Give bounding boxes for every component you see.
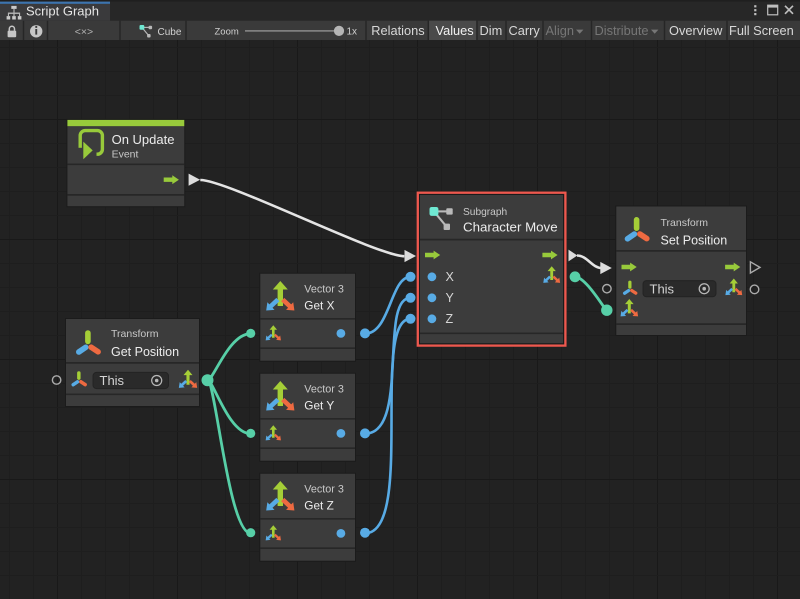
- svg-text:Subgraph: Subgraph: [463, 207, 507, 218]
- svg-text:Character Move: Character Move: [463, 220, 558, 235]
- svg-text:Transform: Transform: [661, 217, 709, 229]
- svg-text:This: This: [650, 281, 675, 296]
- svg-text:Distribute: Distribute: [595, 23, 649, 38]
- svg-text:On Update: On Update: [112, 132, 175, 147]
- svg-text:Set Position: Set Position: [661, 233, 728, 247]
- svg-text:<×>: <×>: [75, 26, 93, 38]
- svg-text:Vector 3: Vector 3: [304, 484, 344, 496]
- svg-text:Overview: Overview: [669, 23, 723, 38]
- svg-text:Relations: Relations: [371, 23, 424, 38]
- svg-text:Vector 3: Vector 3: [304, 384, 344, 396]
- svg-text:1x: 1x: [347, 27, 358, 38]
- svg-text:Full Screen: Full Screen: [729, 23, 794, 38]
- svg-text:Vector 3: Vector 3: [304, 284, 344, 296]
- svg-text:Y: Y: [446, 291, 455, 305]
- svg-text:This: This: [100, 373, 125, 388]
- svg-text:Event: Event: [112, 148, 139, 160]
- svg-text:Carry: Carry: [509, 23, 541, 38]
- svg-text:Align: Align: [546, 23, 574, 38]
- svg-text:Zoom: Zoom: [215, 27, 239, 38]
- svg-text:Get Z: Get Z: [304, 498, 334, 512]
- svg-text:Get Y: Get Y: [304, 398, 334, 412]
- svg-text:X: X: [446, 270, 455, 284]
- svg-text:Cube: Cube: [158, 27, 182, 38]
- svg-text:Get X: Get X: [304, 298, 334, 312]
- svg-text:Get Position: Get Position: [111, 345, 179, 359]
- svg-text:Transform: Transform: [111, 328, 159, 340]
- svg-text:Values: Values: [436, 23, 474, 38]
- svg-text:Dim: Dim: [480, 23, 503, 38]
- svg-text:Script Graph: Script Graph: [26, 4, 99, 19]
- svg-text:Z: Z: [446, 312, 454, 326]
